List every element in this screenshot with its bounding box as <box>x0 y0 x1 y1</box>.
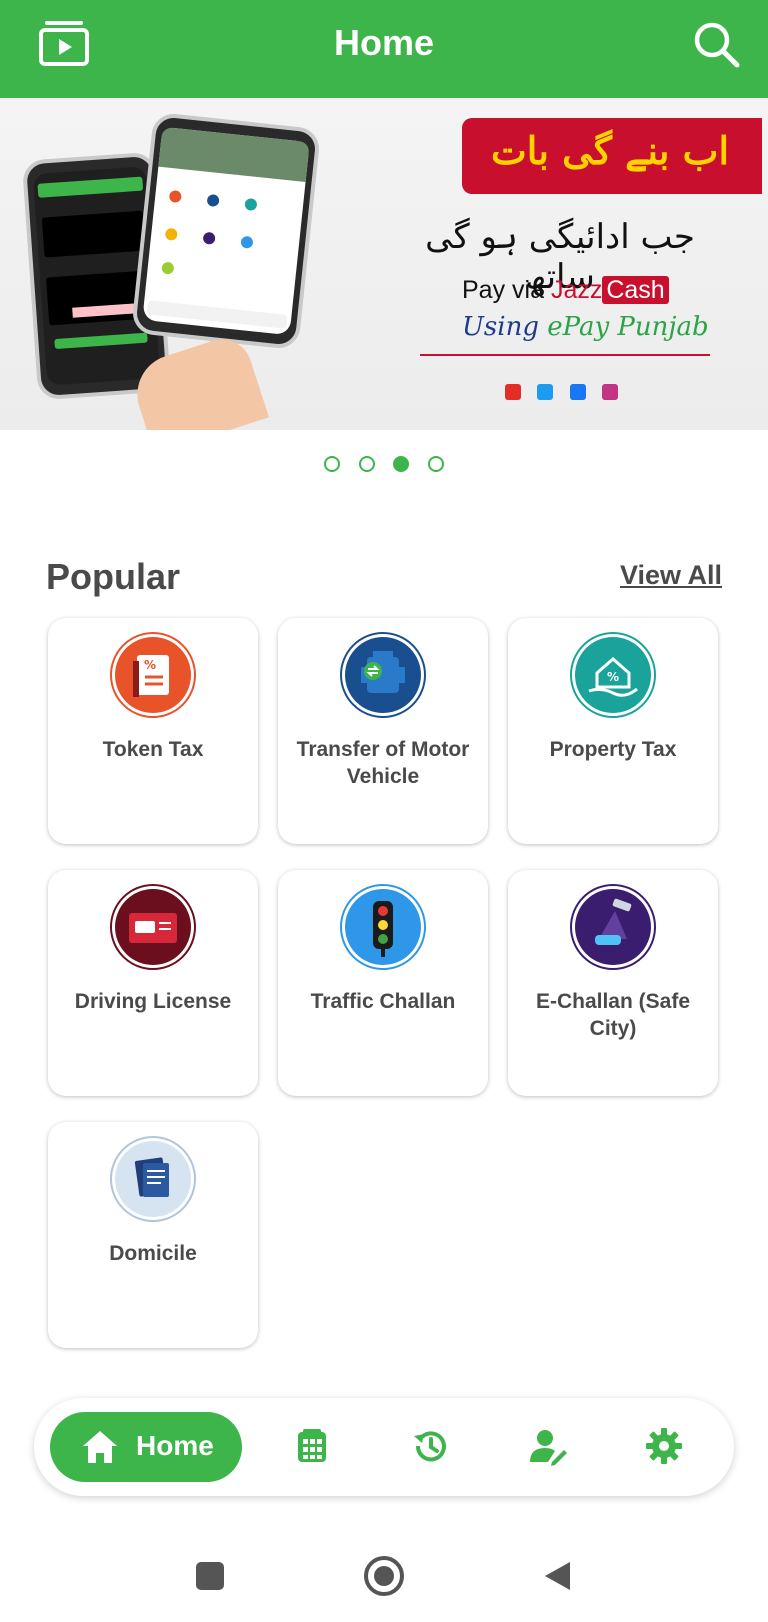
driving-license-icon <box>110 884 196 970</box>
service-label: Driving License <box>74 990 232 1013</box>
svg-text:%: % <box>144 658 156 672</box>
recents-button[interactable] <box>196 1562 224 1590</box>
settings-icon[interactable] <box>644 1426 684 1466</box>
instagram-icon <box>602 384 619 400</box>
service-label: E-Challan (Safe City) <box>535 990 691 1040</box>
promo-using-epay: Using ePay Punjab <box>462 312 709 342</box>
bottom-navigation: Home <box>34 1398 734 1496</box>
system-navigation-bar <box>196 1556 570 1596</box>
service-label: Traffic Challan <box>310 990 456 1013</box>
service-card-e-challan[interactable]: E-Challan (Safe City) <box>508 870 718 1096</box>
traffic-light-icon <box>340 884 426 970</box>
domicile-icon <box>110 1136 196 1222</box>
promo-pay-via: Pay via Jazz Cash <box>462 276 669 305</box>
svg-text:%: % <box>607 670 619 684</box>
nav-home[interactable]: Home <box>50 1412 242 1482</box>
twitter-icon <box>537 384 554 400</box>
property-tax-icon: % <box>570 632 656 718</box>
grid-icon[interactable] <box>292 1426 332 1466</box>
home-icon <box>83 1431 117 1463</box>
facebook-icon <box>569 384 586 400</box>
carousel-dot-2[interactable] <box>358 456 375 472</box>
phone-image-front <box>130 111 322 351</box>
nav-home-label: Home <box>136 1430 214 1461</box>
motor-engine-icon <box>340 632 426 718</box>
divider <box>420 354 710 356</box>
profile-edit-icon[interactable] <box>528 1426 568 1466</box>
carousel-dot-1[interactable] <box>324 456 341 472</box>
service-card-property-tax[interactable]: % Property Tax <box>508 618 718 844</box>
search-icon[interactable] <box>692 20 742 70</box>
carousel-dot-3[interactable] <box>393 456 410 472</box>
service-card-domicile[interactable]: Domicile <box>48 1122 258 1348</box>
service-label: Property Tax <box>549 738 677 761</box>
e-challan-icon <box>570 884 656 970</box>
service-card-transfer-motor-vehicle[interactable]: Transfer of Motor Vehicle <box>278 618 488 844</box>
carousel-indicator <box>0 456 768 477</box>
history-icon[interactable] <box>410 1426 450 1466</box>
promo-banner[interactable]: اب بنے گی بات جب ادائیگی ہو گی ساتھ Pay … <box>0 98 768 430</box>
service-label: Transfer of Motor Vehicle <box>296 738 470 788</box>
service-card-traffic-challan[interactable]: Traffic Challan <box>278 870 488 1096</box>
page-title: Home <box>333 22 435 63</box>
service-label: Token Tax <box>102 738 204 761</box>
social-icons <box>505 384 630 405</box>
service-label: Domicile <box>109 1242 197 1265</box>
token-tax-icon: % <box>110 632 196 718</box>
promo-urdu-title: اب بنے گی بات <box>490 128 730 173</box>
service-card-driving-license[interactable]: Driving License <box>48 870 258 1096</box>
service-card-token-tax[interactable]: % Token Tax <box>48 618 258 844</box>
carousel-dot-4[interactable] <box>427 456 444 472</box>
view-all-link[interactable]: View All <box>620 560 722 591</box>
section-title: Popular <box>46 556 181 597</box>
app-bar: Home <box>0 0 768 98</box>
youtube-icon <box>505 384 521 400</box>
back-button[interactable] <box>545 1562 570 1590</box>
